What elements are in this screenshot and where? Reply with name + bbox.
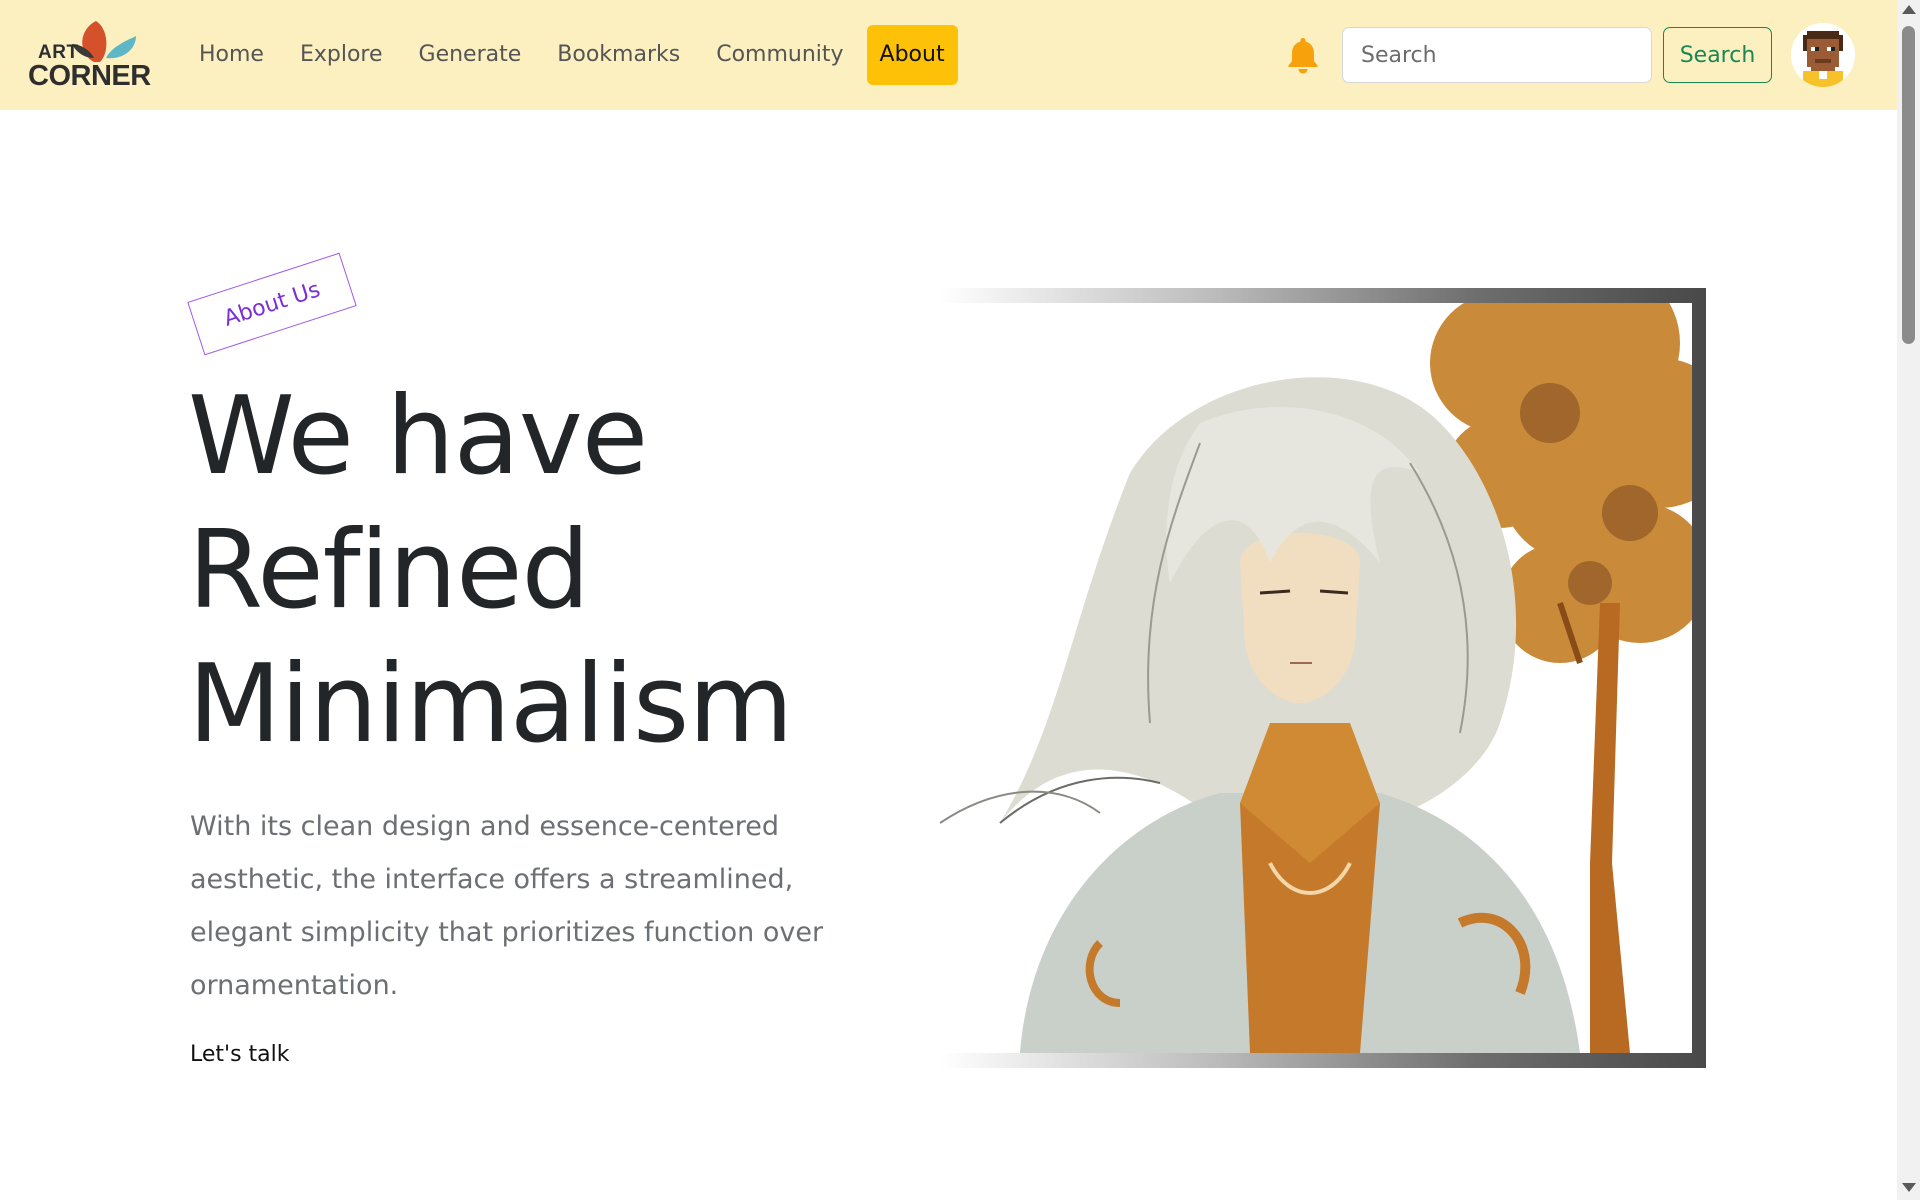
hero-title-line: Refined [188, 508, 590, 633]
nav-explore[interactable]: Explore [287, 25, 396, 85]
scroll-up-icon[interactable] [1902, 5, 1916, 14]
brand-logo[interactable]: ART CORNER [28, 18, 154, 92]
lets-talk-link[interactable]: Let's talk [190, 1042, 290, 1067]
main-nav: Home Explore Generate Bookmarks Communit… [186, 25, 968, 85]
nav-bookmarks[interactable]: Bookmarks [544, 25, 693, 85]
search-input[interactable] [1342, 27, 1652, 83]
hero-title: We have Refined Minimalism [188, 370, 948, 772]
about-us-badge: About Us [187, 252, 357, 356]
page: ART CORNER Home Explore Generate Bookmar… [0, 0, 1897, 1200]
navbar: ART CORNER Home Explore Generate Bookmar… [0, 0, 1897, 110]
anime-character-illustration [940, 303, 1692, 1053]
bell-icon[interactable] [1287, 36, 1319, 74]
nav-community[interactable]: Community [703, 25, 856, 85]
nav-generate[interactable]: Generate [406, 25, 535, 85]
pixel-avatar-icon[interactable] [1791, 23, 1855, 87]
nav-home[interactable]: Home [186, 25, 277, 85]
hero-title-line: We have [188, 374, 648, 499]
vertical-scrollbar[interactable] [1897, 0, 1920, 1200]
hero-title-line: Minimalism [188, 642, 794, 767]
hero-description: With its clean design and essence-center… [190, 811, 824, 1001]
nav-about[interactable]: About [866, 25, 958, 85]
scrollbar-thumb[interactable] [1902, 26, 1915, 344]
search-button[interactable]: Search [1663, 27, 1772, 83]
scroll-down-icon[interactable] [1902, 1183, 1916, 1192]
brand-line2: CORNER [28, 60, 151, 92]
hero-image-frame [940, 288, 1706, 1068]
